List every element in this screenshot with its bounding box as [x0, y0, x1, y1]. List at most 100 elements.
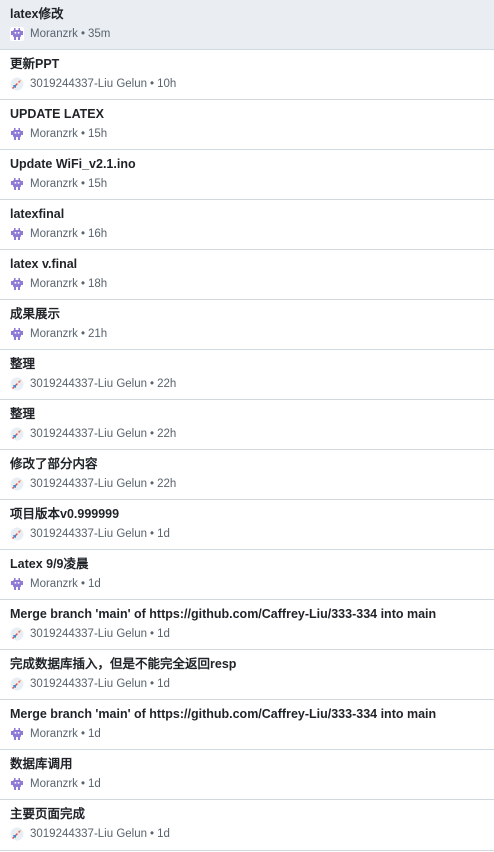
meta-separator: • [80, 328, 85, 340]
commit-meta: Moranzrk • 1d [10, 776, 484, 792]
commit-meta: Moranzrk • 16h [10, 226, 484, 242]
commit-author: Moranzrk [30, 278, 78, 290]
commit-author: 3019244337-Liu Gelun [30, 828, 148, 840]
commit-row[interactable]: UPDATE LATEX Moranzrk • 15h [0, 100, 494, 150]
meta-separator: • [80, 28, 85, 40]
commit-time: 10h [157, 78, 177, 90]
commit-meta: Moranzrk • 15h [10, 176, 484, 192]
commit-message: Update WiFi_v2.1.ino [10, 157, 136, 171]
rocket-avatar-icon [10, 77, 24, 91]
commit-message: 数据库调用 [10, 757, 73, 771]
robot-avatar-icon [10, 327, 24, 341]
commit-row[interactable]: 成果展示 Moranzrk • 21h [0, 300, 494, 350]
commit-time: 22h [157, 428, 177, 440]
commit-meta: Moranzrk • 18h [10, 276, 484, 292]
commit-author: 3019244337-Liu Gelun [30, 628, 148, 640]
commit-time: 22h [157, 478, 177, 490]
commit-row[interactable]: Update WiFi_v2.1.ino Moranzrk • 15h [0, 150, 494, 200]
commit-time: 1d [157, 678, 170, 690]
commit-author: Moranzrk [30, 328, 78, 340]
commit-meta: Moranzrk • 21h [10, 326, 484, 342]
meta-separator: • [150, 528, 155, 540]
commit-message: Merge branch 'main' of https://github.co… [10, 607, 437, 621]
commit-row[interactable]: latexfinal Moranzrk • 16h [0, 200, 494, 250]
robot-avatar-icon [10, 177, 24, 191]
commit-meta: Moranzrk • 1d [10, 576, 484, 592]
meta-separator: • [80, 228, 85, 240]
commit-time: 15h [87, 178, 108, 190]
meta-separator: • [150, 78, 155, 90]
commit-meta: 3019244337-Liu Gelun • 1d [10, 526, 484, 542]
commit-message: 整理 [10, 357, 36, 371]
commit-message: 修改了部分内容 [10, 457, 98, 471]
commit-row[interactable]: Merge branch 'main' of https://github.co… [0, 700, 494, 750]
commit-message: 完成数据库插入，但是不能完全返回resp [10, 657, 237, 671]
meta-separator: • [150, 478, 155, 490]
commit-meta: 3019244337-Liu Gelun • 1d [10, 626, 484, 642]
meta-separator: • [80, 578, 85, 590]
rocket-avatar-icon [10, 527, 24, 541]
rocket-avatar-icon [10, 677, 24, 691]
commit-author: 3019244337-Liu Gelun [30, 378, 148, 390]
commit-message: latexfinal [10, 207, 65, 221]
meta-separator: • [80, 728, 85, 740]
commit-author: 3019244337-Liu Gelun [30, 478, 148, 490]
meta-separator: • [150, 378, 155, 390]
rocket-avatar-icon [10, 827, 24, 841]
commit-author: Moranzrk [30, 778, 78, 790]
commit-message: latex v.final [10, 257, 78, 271]
commit-message: 主要页面完成 [10, 807, 86, 821]
commit-author: Moranzrk [30, 228, 78, 240]
commit-message: 成果展示 [10, 307, 61, 321]
commit-row[interactable]: 整理 3019244337-Liu Gelun • 22h [0, 350, 494, 400]
commit-meta: 3019244337-Liu Gelun • 22h [10, 376, 484, 392]
commit-author: Moranzrk [30, 178, 78, 190]
commit-author: Moranzrk [30, 128, 78, 140]
rocket-avatar-icon [10, 377, 24, 391]
commit-time: 21h [87, 328, 108, 340]
commit-message: latex修改 [10, 7, 64, 21]
robot-avatar-icon [10, 577, 24, 591]
commit-meta: 3019244337-Liu Gelun • 22h [10, 476, 484, 492]
commit-row[interactable]: 更新PPT 3019244337-Liu Gelun • 10h [0, 50, 494, 100]
meta-separator: • [150, 428, 155, 440]
commit-time: 18h [87, 278, 108, 290]
commit-meta: 3019244337-Liu Gelun • 1d [10, 676, 484, 692]
commit-message: 更新PPT [10, 57, 60, 71]
commit-message: 整理 [10, 407, 36, 421]
commit-meta: Moranzrk • 1d [10, 726, 484, 742]
commit-list: latex修改 Moranzrk • 35m 更新PPT 3019244337-… [0, 0, 494, 851]
robot-avatar-icon [10, 277, 24, 291]
commit-time: 1d [157, 628, 170, 640]
meta-separator: • [80, 178, 85, 190]
commit-time: 1d [87, 578, 101, 590]
commit-row[interactable]: latex修改 Moranzrk • 35m [0, 0, 494, 50]
commit-time: 22h [157, 378, 177, 390]
commit-row[interactable]: 项目版本v0.999999 3019244337-Liu Gelun • 1d [0, 500, 494, 550]
commit-meta: 3019244337-Liu Gelun • 22h [10, 426, 484, 442]
commit-row[interactable]: Merge branch 'main' of https://github.co… [0, 600, 494, 650]
robot-avatar-icon [10, 777, 24, 791]
commit-row[interactable]: 修改了部分内容 3019244337-Liu Gelun • 22h [0, 450, 494, 500]
commit-meta: 3019244337-Liu Gelun • 10h [10, 76, 484, 92]
commit-row[interactable]: 数据库调用 Moranzrk • 1d [0, 750, 494, 800]
commit-author: Moranzrk [30, 28, 78, 40]
commit-time: 35m [87, 28, 111, 40]
commit-row[interactable]: Latex 9/9凌晨 Moranzrk • 1d [0, 550, 494, 600]
commit-row[interactable]: 完成数据库插入，但是不能完全返回resp 3019244337-Liu Gelu… [0, 650, 494, 700]
commit-time: 1d [87, 778, 101, 790]
commit-meta: 3019244337-Liu Gelun • 1d [10, 826, 484, 842]
commit-row[interactable]: 整理 3019244337-Liu Gelun • 22h [0, 400, 494, 450]
meta-separator: • [80, 778, 85, 790]
commit-row[interactable]: 主要页面完成 3019244337-Liu Gelun • 1d [0, 800, 494, 850]
robot-avatar-icon [10, 27, 24, 41]
commit-author: Moranzrk [30, 728, 78, 740]
rocket-avatar-icon [10, 627, 24, 641]
commit-row[interactable]: latex v.final Moranzrk • 18h [0, 250, 494, 300]
commit-author: 3019244337-Liu Gelun [30, 428, 148, 440]
meta-separator: • [80, 128, 85, 140]
commit-message: 项目版本v0.999999 [10, 507, 120, 521]
commit-meta: Moranzrk • 35m [10, 26, 484, 42]
commit-author: 3019244337-Liu Gelun [30, 78, 148, 90]
commit-author: Moranzrk [30, 578, 78, 590]
